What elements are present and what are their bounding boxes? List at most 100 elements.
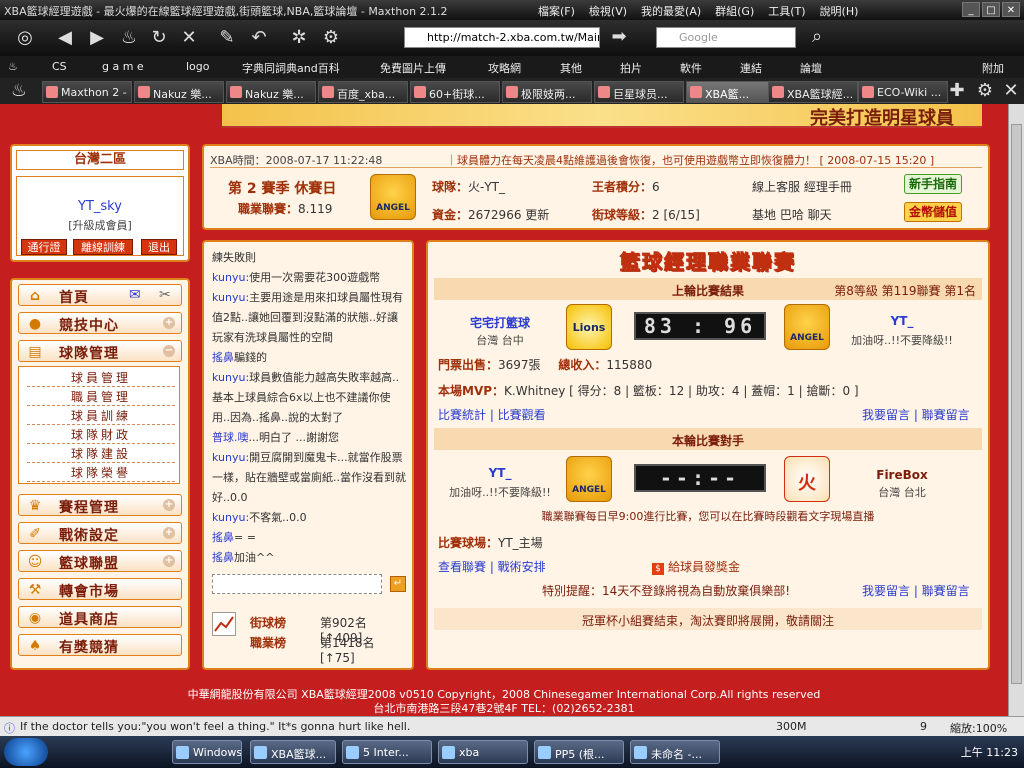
forward-icon[interactable]: ▶ xyxy=(84,25,110,51)
gear-icon[interactable]: ⚙ xyxy=(972,78,998,104)
refresh-icon[interactable]: ↻ xyxy=(146,25,172,51)
maximize-icon[interactable]: □ xyxy=(982,2,1000,17)
expand-icon[interactable]: + xyxy=(163,499,175,511)
browser-tab-active[interactable]: XBA籃... xyxy=(686,81,776,103)
expand-icon[interactable]: + xyxy=(163,527,175,539)
match-stats-links[interactable]: 比賽統計 | 比賽觀看 xyxy=(438,406,546,423)
browser-tab[interactable]: Nakuz 樂... xyxy=(134,81,224,103)
nav-quiz[interactable]: ♠ 有獎競猜 xyxy=(18,634,182,656)
next-away-team[interactable]: FireBox xyxy=(842,468,962,482)
search-icon[interactable]: ⌕ xyxy=(804,24,830,50)
logout-button[interactable]: 退出 xyxy=(141,239,177,255)
go-icon[interactable]: ➡ xyxy=(606,24,632,50)
scrollbar-thumb[interactable] xyxy=(1011,124,1022,684)
browser-tab[interactable]: Nakuz 樂... xyxy=(226,81,316,103)
fav-item[interactable]: g a m e xyxy=(102,60,144,73)
mail-icon[interactable]: ✉ xyxy=(129,287,141,303)
chat-input[interactable] xyxy=(212,574,382,594)
fav-item[interactable]: 字典同詞典and百科 xyxy=(242,60,340,76)
search-input[interactable]: Google xyxy=(656,27,796,48)
edit-icon[interactable]: ✎ xyxy=(214,25,240,51)
fav-item[interactable]: 拍片 xyxy=(620,60,642,76)
username[interactable]: YT_sky xyxy=(17,199,183,214)
away-team-name[interactable]: YT_ xyxy=(842,314,962,328)
taskbar-item[interactable]: Windows... xyxy=(172,740,242,764)
nav-shop[interactable]: ◉ 道具商店 xyxy=(18,606,182,628)
nav-schedule[interactable]: ♛ 賽程管理 + xyxy=(18,494,182,516)
fav-item[interactable]: CS xyxy=(52,60,67,73)
message-links[interactable]: 我要留言 | 聯賽留言 xyxy=(862,406,970,423)
submenu-finance[interactable]: 球隊財政 xyxy=(27,426,175,444)
browser-tab[interactable]: 极限妓两... xyxy=(502,81,592,103)
maxthon-icon[interactable]: ◎ xyxy=(12,25,38,51)
plugin-icon[interactable]: ✲ xyxy=(286,25,312,51)
collapse-icon[interactable]: − xyxy=(163,345,175,357)
browser-tab[interactable]: XBA籃球經... xyxy=(768,81,858,103)
community-links[interactable]: 基地 巴哈 聊天 xyxy=(752,206,832,223)
back-icon[interactable]: ◀ xyxy=(52,25,78,51)
nav-tactics[interactable]: ✐ 戰術設定 + xyxy=(18,522,182,544)
offline-training-button[interactable]: 離線訓練 xyxy=(73,239,133,255)
nav-team-management[interactable]: ▤ 球隊管理 − xyxy=(18,340,182,362)
submenu-honors[interactable]: 球隊榮譽 xyxy=(27,464,175,482)
gold-topup-button[interactable]: 金幣儲值 xyxy=(904,202,962,222)
browser-tab[interactable]: 百度_xba... xyxy=(318,81,408,103)
zoom-level[interactable]: 縮放:100% xyxy=(950,720,1007,736)
menu-groups[interactable]: 群組(G) xyxy=(715,3,754,19)
system-clock[interactable]: 上午 11:23 xyxy=(961,744,1018,760)
pro-rank-label[interactable]: 職業榜 xyxy=(250,634,286,651)
address-bar[interactable]: http://match-2.xba.com.tw/Mair xyxy=(404,27,600,48)
menu-favorites[interactable]: 我的最愛(A) xyxy=(641,3,701,19)
fav-item[interactable]: 其他 xyxy=(560,60,582,76)
taskbar-item[interactable]: XBA籃球... xyxy=(250,740,336,764)
close-icon[interactable]: ✕ xyxy=(1002,2,1020,17)
upgrade-member-link[interactable]: [升級成會員] xyxy=(17,217,183,233)
new-tab-icon[interactable]: ✚ xyxy=(944,78,970,104)
submenu-construction[interactable]: 球隊建設 xyxy=(27,445,175,463)
fav-item[interactable]: 附加 xyxy=(982,60,1004,76)
fav-item[interactable]: 論壇 xyxy=(800,60,822,76)
browser-tab[interactable]: 巨星球员... xyxy=(594,81,684,103)
fav-item[interactable]: 連結 xyxy=(740,60,762,76)
nav-transfer[interactable]: ⚒ 轉會市場 xyxy=(18,578,182,600)
tools-icon[interactable]: ✂ xyxy=(159,287,171,303)
fav-item[interactable]: 軟件 xyxy=(680,60,702,76)
fav-item[interactable]: logo xyxy=(186,60,210,73)
bonus-row[interactable]: $ 給球員發獎金 xyxy=(652,558,740,575)
vertical-scrollbar[interactable] xyxy=(1008,104,1024,716)
beginner-guide-button[interactable]: 新手指南 xyxy=(904,174,962,194)
menu-file[interactable]: 檔案(F) xyxy=(538,3,575,19)
message-links-2[interactable]: 我要留言 | 聯賽留言 xyxy=(862,582,970,599)
next-home-team[interactable]: YT_ xyxy=(448,466,552,480)
nav-home[interactable]: ⌂ 首頁 ✉ ✂ xyxy=(18,284,182,306)
minimize-icon[interactable]: _ xyxy=(962,2,980,17)
settings-icon[interactable]: ⚙ xyxy=(318,25,344,51)
browser-tab[interactable]: Maxthon 2 - ... xyxy=(42,81,132,103)
expand-icon[interactable]: + xyxy=(163,317,175,329)
start-button[interactable] xyxy=(4,738,48,766)
league-tactics-links[interactable]: 查看聯賽 | 戰術安排 xyxy=(438,558,546,575)
submenu-staff[interactable]: 職員管理 xyxy=(27,388,175,406)
service-links[interactable]: 線上客服 經理手冊 xyxy=(752,178,852,195)
undo-icon[interactable]: ↶ xyxy=(246,25,272,51)
submenu-training[interactable]: 球員訓練 xyxy=(27,407,175,425)
memory-usage[interactable]: 300M xyxy=(776,720,807,733)
menu-help[interactable]: 說明(H) xyxy=(820,3,859,19)
stop-icon[interactable]: ✕ xyxy=(176,25,202,51)
nav-arena[interactable]: ● 競技中心 + xyxy=(18,312,182,334)
expand-icon[interactable]: + xyxy=(163,555,175,567)
fire-icon[interactable]: ♨ xyxy=(116,25,142,51)
taskbar-item[interactable]: PP5 (根... xyxy=(534,740,624,764)
fav-item[interactable]: 免費圖片上傳 xyxy=(380,60,446,76)
close-tab-icon[interactable]: ✕ xyxy=(998,78,1024,104)
browser-tab[interactable]: ECO-Wiki ... xyxy=(858,81,948,103)
menu-tools[interactable]: 工具(T) xyxy=(768,3,805,19)
passport-button[interactable]: 通行證 xyxy=(21,239,67,255)
send-icon[interactable]: ↵ xyxy=(390,576,406,592)
nav-league[interactable]: ☺ 籃球聯盟 + xyxy=(18,550,182,572)
street-rank-label[interactable]: 街球榜 xyxy=(250,614,286,631)
browser-tab[interactable]: 60+街球... xyxy=(410,81,500,103)
taskbar-item[interactable]: 5 Inter... xyxy=(342,740,432,764)
submenu-players[interactable]: 球員管理 xyxy=(27,369,175,387)
home-team-name[interactable]: 宅宅打籃球 xyxy=(448,314,552,331)
